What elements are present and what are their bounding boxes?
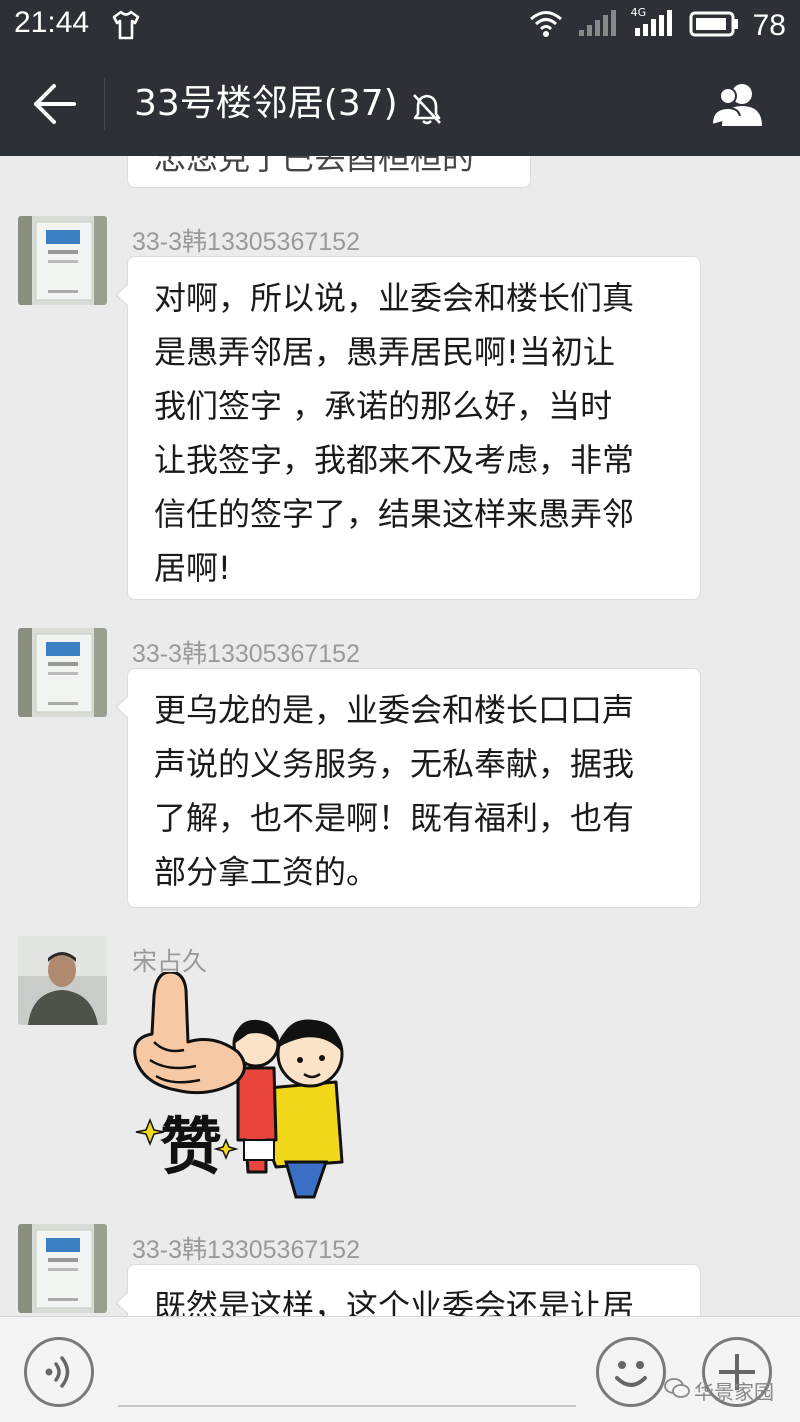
message-bubble[interactable]: 更乌龙的是，业委会和楼长口口声 声说的义务服务，无私奉献，据我 了解，也不是啊！… — [115, 668, 701, 908]
message-line: 忠您見亍巴丟酉桓桓的 — [154, 156, 475, 177]
chat-messages[interactable]: 忠您見亍巴丟酉桓桓的 33-3韩13305367152 对啊，所以说，业委会和楼… — [0, 156, 800, 1316]
message-line: 我们签字 ，承诺的那么好，当时 — [154, 387, 613, 425]
sender-name: 33-3韩13305367152 — [132, 1236, 360, 1264]
network-type: 4G — [630, 6, 647, 19]
header-divider — [104, 78, 105, 130]
message-line: 既然是这样，这个业委会还是让居 — [154, 1287, 635, 1316]
back-arrow-icon[interactable] — [30, 82, 80, 126]
chat-title: 33号楼邻居(37) — [134, 83, 398, 124]
status-icons: 4G 78 — [529, 6, 786, 46]
watermark: 华景家园 — [664, 1376, 774, 1405]
message-line: 让我签字，我都来不及考虑，非常 — [154, 441, 635, 479]
message-line: 居啊! — [154, 549, 231, 587]
voice-input-icon[interactable] — [24, 1337, 94, 1407]
avatar[interactable] — [18, 936, 107, 1025]
shirt-icon — [112, 10, 140, 44]
message-line: 对啊，所以说，业委会和楼长们真 — [154, 279, 635, 317]
mute-bell-icon — [410, 87, 444, 125]
message-line: 声说的义务服务，无私奉献，据我 — [154, 745, 635, 783]
wechat-logo-icon — [664, 1377, 690, 1404]
sticker-text: 赞 — [160, 1110, 222, 1183]
group-members-icon[interactable] — [708, 80, 770, 128]
message-input[interactable] — [118, 1405, 576, 1407]
sender-name: 33-3韩13305367152 — [132, 640, 360, 668]
message-line: 了解，也不是啊！既有福利，也有 — [154, 799, 635, 837]
battery-icon — [689, 11, 739, 41]
message-line: 是愚弄邻居，愚弄居民啊!当初让 — [154, 333, 615, 371]
message-bubble[interactable]: 既然是这样，这个业委会还是让居 — [115, 1264, 701, 1316]
avatar[interactable] — [18, 216, 107, 305]
message-line: 部分拿工资的。 — [154, 853, 379, 891]
thumbs-up-sticker[interactable]: 赞 — [126, 970, 346, 1202]
message-bubble[interactable]: 忠您見亍巴丟酉桓桓的 — [127, 156, 531, 188]
signal-4g-icon: 4G — [631, 6, 675, 42]
input-bar — [0, 1316, 800, 1422]
wifi-icon — [529, 10, 563, 42]
watermark-text: 华景家园 — [694, 1380, 774, 1404]
avatar[interactable] — [18, 628, 107, 717]
sender-name: 33-3韩13305367152 — [132, 228, 360, 256]
status-bar: 21:44 4G 78 — [0, 0, 800, 52]
signal-weak-icon — [577, 10, 617, 42]
emoji-icon[interactable] — [596, 1337, 666, 1407]
message-line: 更乌龙的是，业委会和楼长口口声 — [154, 691, 635, 729]
status-time: 21:44 — [14, 6, 90, 39]
chat-header: 33号楼邻居(37) — [0, 52, 800, 156]
battery-level: 78 — [752, 9, 786, 42]
message-bubble[interactable]: 对啊，所以说，业委会和楼长们真 是愚弄邻居，愚弄居民啊!当初让 我们签字 ，承诺… — [115, 256, 701, 600]
avatar[interactable] — [18, 1224, 107, 1313]
message-line: 信任的签字了，结果这样来愚弄邻 — [154, 495, 635, 533]
chat-title-wrapper: 33号楼邻居(37) — [134, 76, 444, 132]
